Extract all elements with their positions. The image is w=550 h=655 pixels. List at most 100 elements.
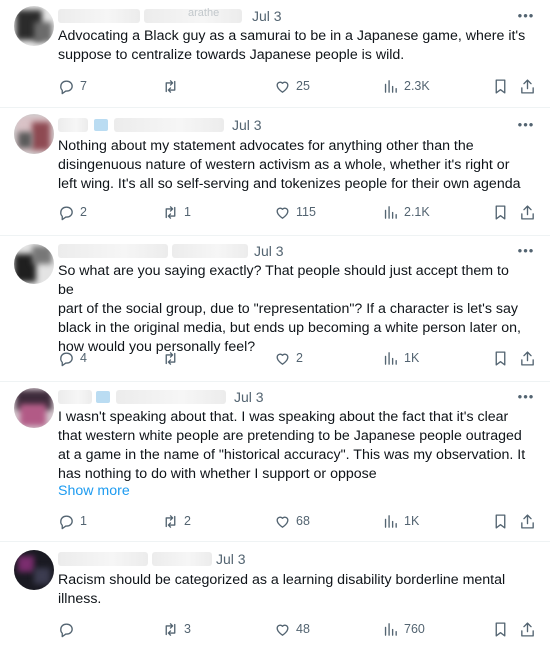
heart-icon <box>276 516 289 528</box>
tweet[interactable]: Jul 3 ••• I wasn't speaking about that. … <box>0 382 550 542</box>
tweet[interactable]: Jul 3 ••• Nothing about my statement adv… <box>0 108 550 236</box>
share-button[interactable] <box>519 76 536 96</box>
retweet-count: 2 <box>184 514 191 528</box>
redacted-username <box>58 390 92 404</box>
redacted-handle <box>114 118 224 132</box>
views-icon <box>384 205 397 219</box>
view-count: 2.1K <box>404 205 430 219</box>
heart-icon <box>276 624 289 636</box>
bookmark-icon <box>495 78 506 94</box>
reply-button[interactable] <box>58 619 80 639</box>
more-icon[interactable]: ••• <box>516 390 536 407</box>
tweet-date[interactable]: Jul 3 <box>234 389 264 405</box>
share-button[interactable] <box>519 619 536 639</box>
bookmark-button[interactable] <box>492 348 509 368</box>
heart-icon <box>276 207 289 219</box>
share-button[interactable] <box>519 202 536 222</box>
show-more-link[interactable]: Show more <box>58 483 130 499</box>
reply-button[interactable]: 1 <box>58 511 87 531</box>
share-button[interactable] <box>519 348 536 368</box>
bookmark-button[interactable] <box>492 76 509 96</box>
tweet[interactable]: Jul 3 Racism should be categorized as a … <box>0 542 550 655</box>
bookmark-icon <box>495 350 506 366</box>
more-icon[interactable]: ••• <box>516 244 536 261</box>
tweet-date[interactable]: Jul 3 <box>232 117 262 133</box>
views-icon <box>384 351 397 365</box>
tweet-text: So what are you saying exactly? That peo… <box>58 263 521 355</box>
retweet-button[interactable]: 2 <box>162 511 191 531</box>
like-button[interactable]: 68 <box>274 511 310 531</box>
avatar[interactable] <box>14 114 54 154</box>
reply-icon <box>60 623 73 637</box>
redacted-handle <box>172 244 248 258</box>
reply-count: 2 <box>80 205 87 219</box>
like-count: 48 <box>296 622 310 636</box>
like-button[interactable]: 25 <box>274 76 310 96</box>
retweet-icon <box>165 622 176 636</box>
retweet-button[interactable]: 3 <box>162 619 191 639</box>
reply-count: 4 <box>80 351 87 365</box>
bookmark-icon <box>495 621 506 637</box>
reply-count: 7 <box>80 79 87 93</box>
reply-icon <box>60 352 73 366</box>
retweet-icon <box>165 514 176 528</box>
more-icon[interactable]: ••• <box>516 9 536 26</box>
tweet-date[interactable]: Jul 3 <box>254 243 284 259</box>
heart-icon <box>276 353 289 365</box>
retweet-button[interactable] <box>162 76 184 96</box>
like-count: 68 <box>296 514 310 528</box>
reply-button[interactable]: 7 <box>58 76 87 96</box>
redacted-handle <box>152 552 212 566</box>
like-count: 2 <box>296 351 303 365</box>
retweet-button[interactable]: 1 <box>162 202 191 222</box>
share-icon <box>521 204 534 220</box>
views-button[interactable]: 1K <box>382 348 419 368</box>
reply-icon <box>60 80 73 94</box>
bookmark-button[interactable] <box>492 511 509 531</box>
share-icon <box>521 350 534 366</box>
tweet-text: I wasn't speaking about that. I was spea… <box>58 409 526 482</box>
heart-icon <box>276 81 289 93</box>
tweet[interactable]: arathe Jul 3 ••• Advocating a Black guy … <box>0 0 550 108</box>
retweet-icon <box>165 205 176 219</box>
tweet-date[interactable]: Jul 3 <box>216 551 246 567</box>
retweet-icon <box>165 79 176 93</box>
bookmark-icon <box>495 204 506 220</box>
bookmark-button[interactable] <box>492 619 509 639</box>
tweet[interactable]: Jul 3 ••• So what are you saying exactly… <box>0 236 550 382</box>
views-button[interactable]: 2.1K <box>382 202 430 222</box>
view-count: 760 <box>404 622 425 636</box>
view-count: 2.3K <box>404 79 430 93</box>
tweet-text: Nothing about my statement advocates for… <box>58 138 521 192</box>
share-icon <box>521 513 534 529</box>
views-button[interactable]: 760 <box>382 619 425 639</box>
view-count: 1K <box>404 514 420 528</box>
share-button[interactable] <box>519 511 536 531</box>
verified-badge <box>96 391 110 403</box>
bookmark-button[interactable] <box>492 202 509 222</box>
tweet-text: Racism should be categorized as a learni… <box>58 572 506 607</box>
reply-icon <box>60 515 73 529</box>
reply-button[interactable]: 2 <box>58 202 87 222</box>
redacted-handle <box>116 390 226 404</box>
bookmark-icon <box>495 513 506 529</box>
retweet-count: 3 <box>184 622 191 636</box>
like-button[interactable]: 2 <box>274 348 303 368</box>
avatar[interactable] <box>14 550 54 590</box>
tweet-date[interactable]: Jul 3 <box>252 8 282 24</box>
like-button[interactable]: 115 <box>274 202 316 222</box>
like-count: 25 <box>296 79 310 93</box>
more-icon[interactable]: ••• <box>516 118 536 135</box>
verified-badge <box>94 119 108 131</box>
avatar[interactable] <box>14 388 54 428</box>
views-button[interactable]: 1K <box>382 511 419 531</box>
redacted-username <box>58 118 88 132</box>
reply-button[interactable]: 4 <box>58 348 87 368</box>
tweet-text: Advocating a Black guy as a samurai to b… <box>58 28 526 63</box>
views-button[interactable]: 2.3K <box>382 76 430 96</box>
like-button[interactable]: 48 <box>274 619 310 639</box>
avatar[interactable] <box>14 6 54 46</box>
avatar[interactable] <box>14 244 54 284</box>
redacted-username <box>58 552 148 566</box>
retweet-button[interactable] <box>162 348 184 368</box>
